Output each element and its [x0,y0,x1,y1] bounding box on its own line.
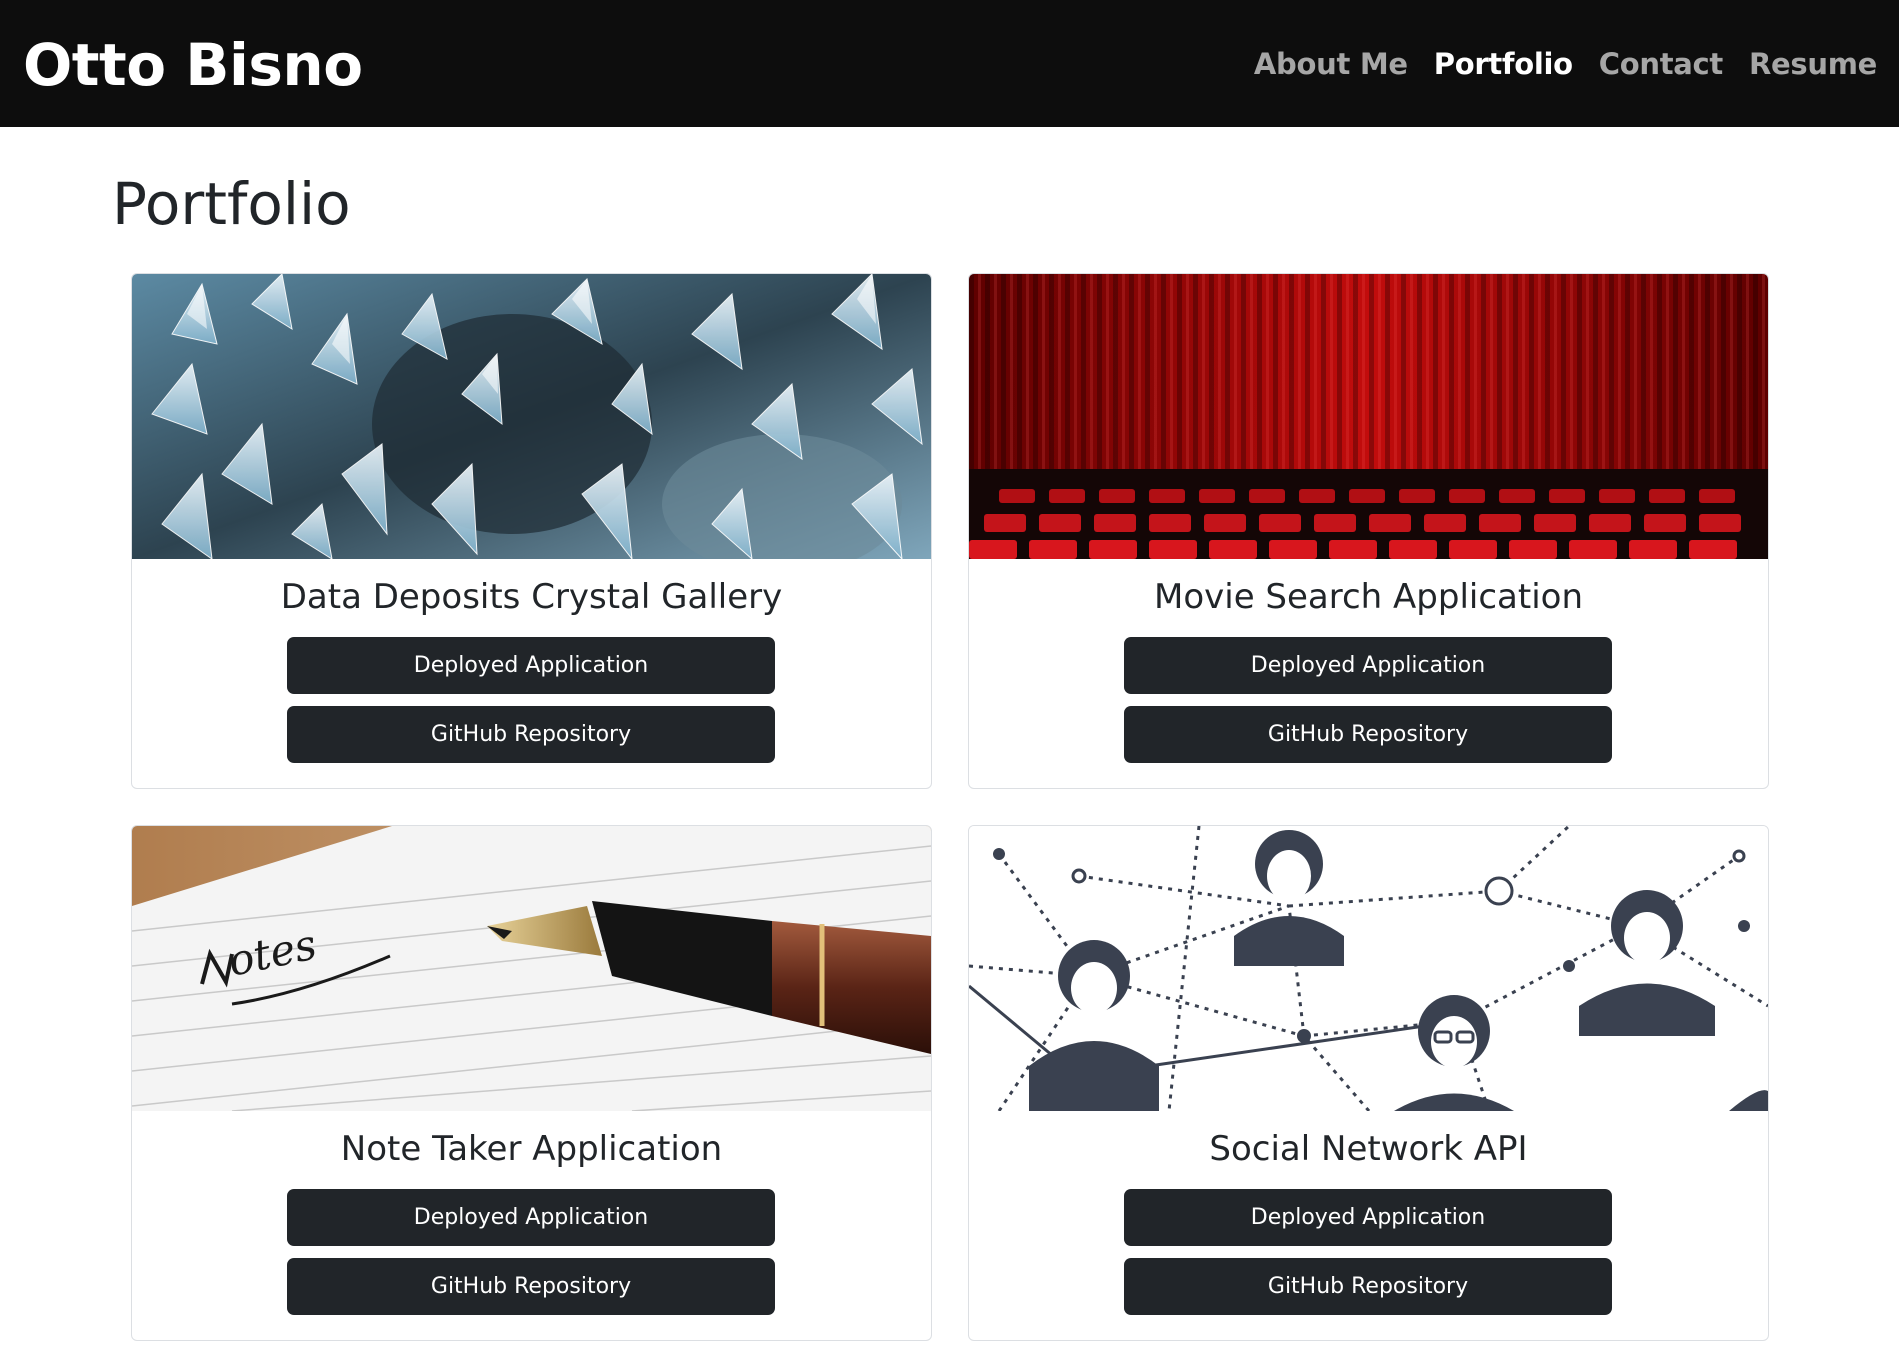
nav-link-portfolio[interactable]: Portfolio [1434,42,1573,86]
page-title: Portfolio [112,170,351,238]
project-title: Data Deposits Crystal Gallery [280,577,783,617]
project-title: Note Taker Application [340,1129,723,1169]
project-card-note-taker: otes Note Taker Application Deployed App… [131,825,932,1341]
theater-curtain-image [969,274,1768,559]
project-title: Movie Search Application [1153,577,1584,617]
project-title: Social Network API [1209,1129,1528,1169]
github-repository-button[interactable]: GitHub Repository [1124,706,1612,763]
github-repository-button[interactable]: GitHub Repository [287,1258,775,1315]
project-card-movie-search: Movie Search Application Deployed Applic… [968,273,1769,789]
nav-links: About Me Portfolio Contact Resume [1254,42,1877,86]
deployed-application-button[interactable]: Deployed Application [287,637,775,694]
nav-link-contact[interactable]: Contact [1599,42,1724,86]
deployed-application-button[interactable]: Deployed Application [287,1189,775,1246]
brand-logo[interactable]: Otto Bisno [23,30,363,100]
deployed-application-button[interactable]: Deployed Application [1124,637,1612,694]
nav-link-resume[interactable]: Resume [1749,42,1877,86]
deployed-application-button[interactable]: Deployed Application [1124,1189,1612,1246]
notes-pen-image: otes [132,826,931,1111]
project-card-social-network: Social Network API Deployed Application … [968,825,1769,1341]
github-repository-button[interactable]: GitHub Repository [1124,1258,1612,1315]
github-repository-button[interactable]: GitHub Repository [287,706,775,763]
nav-link-about-me[interactable]: About Me [1254,42,1408,86]
top-navbar: Otto Bisno About Me Portfolio Contact Re… [0,0,1899,127]
project-card-crystal-gallery: Data Deposits Crystal Gallery Deployed A… [131,273,932,789]
crystal-image [132,274,931,559]
social-network-image [969,826,1768,1111]
